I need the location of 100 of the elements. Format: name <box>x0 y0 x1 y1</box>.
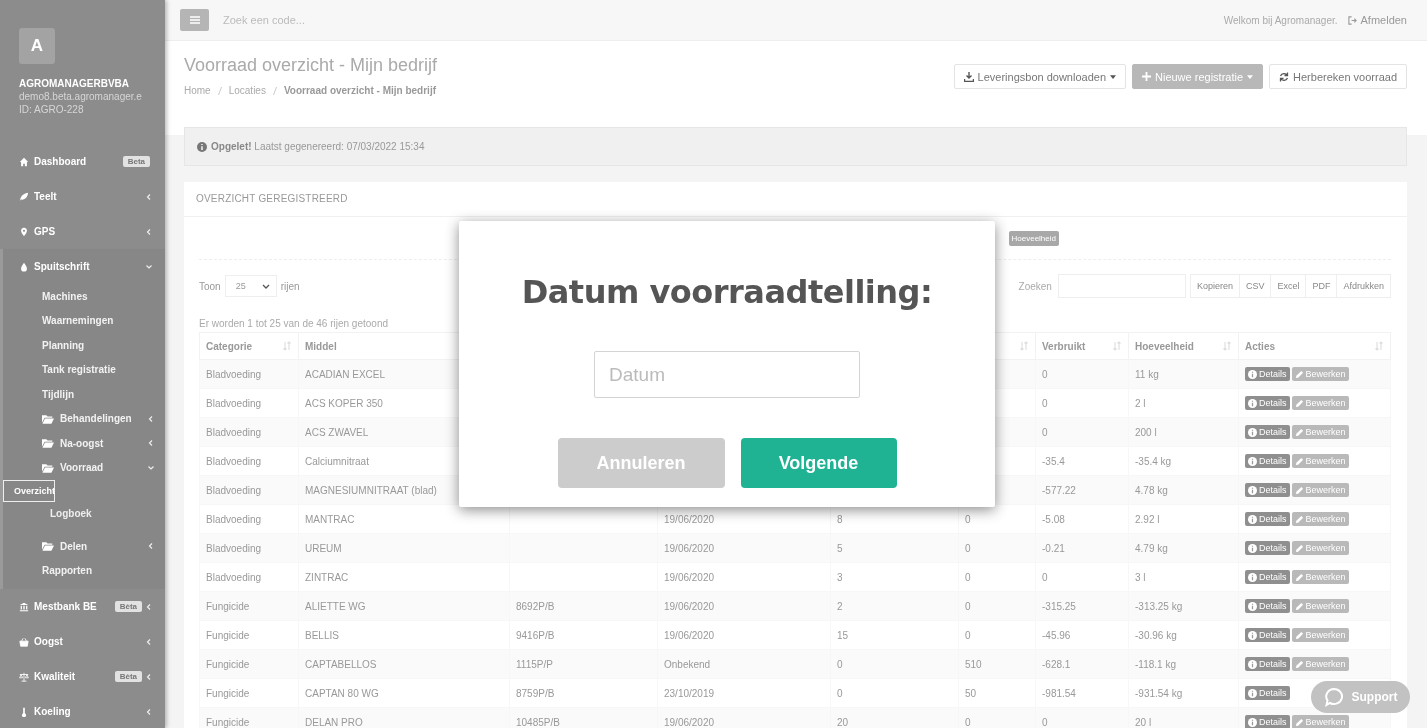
details-button[interactable]: Details <box>1245 483 1290 497</box>
next-button[interactable]: Volgende <box>740 438 897 488</box>
plus-icon <box>1142 72 1151 81</box>
sidebar-item[interactable]: Dashboard Beta <box>0 144 165 179</box>
sort-icon[interactable] <box>1374 341 1384 351</box>
sidebar-item[interactable]: Koeling <box>0 694 165 728</box>
table-cell: Bladvoeding <box>206 455 262 467</box>
sort-icon[interactable] <box>1112 341 1122 351</box>
folder-icon <box>42 541 54 552</box>
details-button[interactable]: Details <box>1245 570 1290 584</box>
table-cell: 8692P/B <box>516 600 555 612</box>
chevron-left-icon <box>147 439 155 448</box>
sidebar-subitem[interactable]: Behandelingen <box>3 406 165 431</box>
alert-message: Opgelet! Laatst gegenereerd: 07/03/2022 15:34 <box>211 141 425 152</box>
company-domain: demo8.beta.agromanager.e <box>19 91 143 102</box>
table-cell: 3 l <box>1135 571 1146 583</box>
sidebar-subitem[interactable]: Tank registratie <box>3 357 165 382</box>
details-button[interactable]: Details <box>1245 628 1290 642</box>
edit-button[interactable]: Bewerken <box>1291 657 1349 671</box>
menu-icon <box>189 16 200 24</box>
support-button[interactable]: Support <box>1311 681 1410 713</box>
table-cell: -35.4 kg <box>1135 455 1172 467</box>
sidebar-subitem[interactable]: Delen <box>3 534 165 559</box>
sidebar-subitem[interactable]: Voorraad <box>3 455 165 480</box>
sort-icon[interactable] <box>282 341 292 351</box>
details-button[interactable]: Details <box>1245 599 1290 613</box>
details-button[interactable]: Details <box>1245 454 1290 468</box>
table-cell: Bladvoeding <box>206 426 262 438</box>
table-cell: 0 <box>1042 571 1048 583</box>
edit-button[interactable]: Bewerken <box>1291 628 1349 642</box>
sidebar-subitem[interactable]: Machines <box>3 284 165 309</box>
leaf-icon <box>19 191 29 202</box>
edit-button[interactable]: Bewerken <box>1291 483 1349 497</box>
sidebar-item[interactable]: Spuitschrift <box>3 249 165 284</box>
table-cell: Bladvoeding <box>206 397 262 409</box>
sidebar-item[interactable]: Mestbank BE Bèta <box>0 589 165 624</box>
table-cell: Fungicide <box>206 687 250 699</box>
search-label: Zoeken <box>1018 280 1052 292</box>
edit-button[interactable]: Bewerken <box>1291 367 1349 381</box>
table-cell: 0 <box>837 687 843 699</box>
column-toggle-button[interactable]: Hoeveelheid <box>1008 230 1059 246</box>
recalculate-button[interactable]: Herbereken voorraad <box>1269 64 1407 89</box>
edit-button[interactable]: Bewerken <box>1291 715 1349 728</box>
sidebar-item[interactable]: GPS <box>0 214 165 249</box>
details-button[interactable]: Details <box>1245 512 1290 526</box>
sidebar-subitem[interactable]: Waarnemingen <box>3 308 165 333</box>
pencil-icon <box>1294 427 1304 437</box>
table-cell: -577.22 <box>1042 484 1076 496</box>
sidebar-item[interactable]: Teelt <box>0 179 165 214</box>
download-button[interactable]: Leveringsbon downloaden <box>953 64 1126 89</box>
logout-link[interactable]: Afmelden <box>1360 14 1407 26</box>
edit-button[interactable]: Bewerken <box>1291 396 1349 410</box>
menu-button[interactable] <box>180 9 209 31</box>
edit-button[interactable]: Bewerken <box>1291 541 1349 555</box>
sidebar-subitem[interactable]: Logboek <box>3 502 165 526</box>
pencil-icon <box>1294 543 1304 553</box>
folder-icon <box>42 438 54 449</box>
chevron-left-icon <box>145 192 153 201</box>
sort-icon[interactable] <box>1222 341 1232 351</box>
rows-per-page-select[interactable]: 25 <box>224 275 277 297</box>
edit-button[interactable]: Bewerken <box>1291 599 1349 613</box>
date-field[interactable]: Datum <box>594 351 860 398</box>
welcome-text: Welkom bij Agromanager. <box>1223 14 1338 26</box>
details-button[interactable]: Details <box>1245 396 1290 410</box>
table-cell: -30.96 kg <box>1135 629 1177 641</box>
search-field[interactable]: Zoek een code... <box>221 13 1224 27</box>
chevron-left-icon <box>147 414 155 423</box>
beta-badge: Bèta <box>114 671 142 682</box>
details-button[interactable]: Details <box>1245 541 1290 555</box>
new-registration-button[interactable]: Nieuwe registratie <box>1132 64 1264 89</box>
table-cell: ACADIAN EXCEL <box>305 368 386 380</box>
column-header[interactable]: Acties <box>1245 340 1275 352</box>
breadcrumb-link[interactable]: Locaties <box>228 85 266 96</box>
table-cell: 2 l <box>1135 397 1146 409</box>
edit-button[interactable]: Bewerken <box>1291 425 1349 439</box>
details-button[interactable]: Details <box>1245 657 1290 671</box>
column-header[interactable]: Middel <box>305 340 337 352</box>
sidebar-subitem[interactable]: Na-oogst <box>3 431 165 456</box>
sidebar-item[interactable]: Kwaliteit Bèta <box>0 659 165 694</box>
edit-button[interactable]: Bewerken <box>1291 454 1349 468</box>
sidebar-item[interactable]: Oogst <box>0 624 165 659</box>
edit-button[interactable]: Bewerken <box>1291 512 1349 526</box>
details-button[interactable]: Details <box>1245 686 1290 700</box>
edit-button[interactable]: Bewerken <box>1291 570 1349 584</box>
pencil-icon <box>1294 601 1304 611</box>
sidebar-subitem[interactable]: Planning <box>3 333 165 358</box>
company-name: AGROMANAGERBVBA <box>19 78 130 89</box>
breadcrumb-link[interactable]: Home <box>184 85 211 96</box>
sort-icon[interactable] <box>1019 341 1029 351</box>
details-button[interactable]: Details <box>1245 425 1290 439</box>
sidebar-subitem[interactable]: Rapporten <box>3 558 165 583</box>
details-button[interactable]: Details <box>1245 715 1290 728</box>
caret-icon <box>1110 74 1116 79</box>
pencil-icon <box>1294 572 1304 582</box>
table-cell: 19/06/2020 <box>664 513 715 525</box>
sidebar-subitem[interactable]: Tijdlijn <box>3 382 165 407</box>
details-button[interactable]: Details <box>1245 367 1290 381</box>
table-cell: 19/06/2020 <box>664 629 715 641</box>
table-cell: -118.1 kg <box>1135 658 1176 670</box>
basket-icon <box>19 636 29 647</box>
